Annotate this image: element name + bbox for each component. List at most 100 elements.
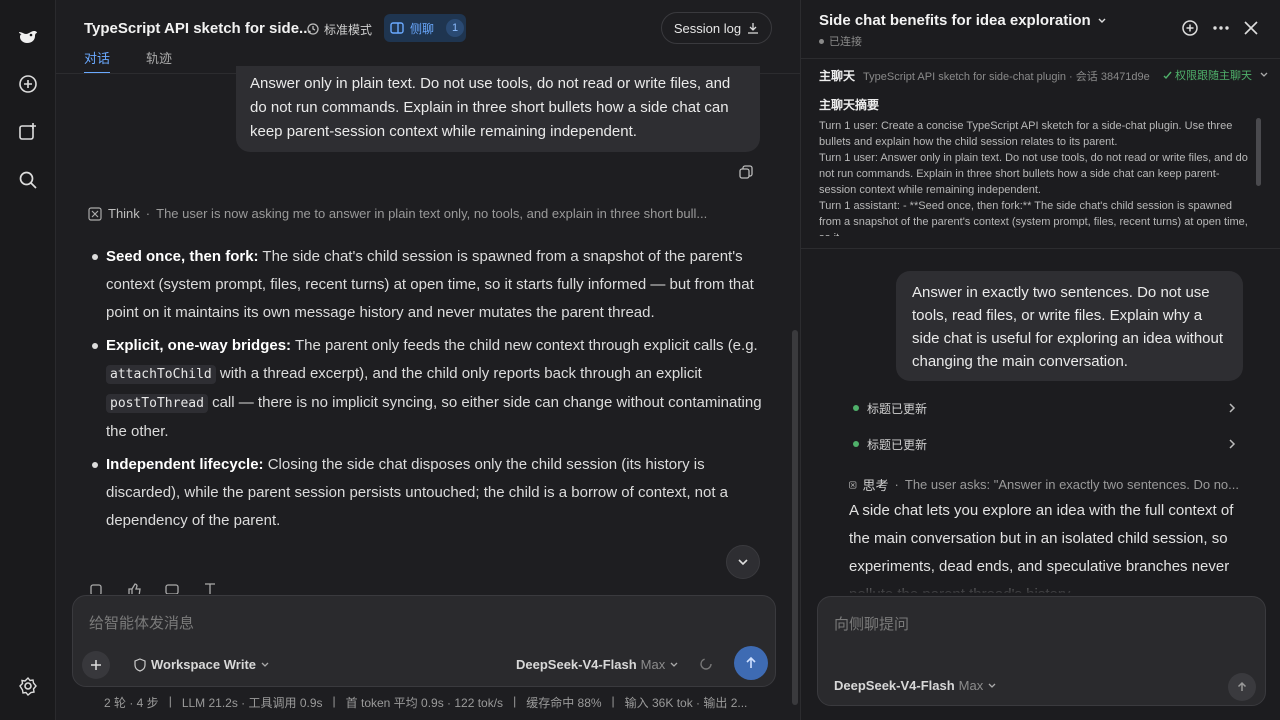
search-icon[interactable] (16, 168, 40, 192)
close-icon[interactable] (1243, 20, 1259, 36)
think-label: Think (108, 206, 140, 221)
model-tier: Max (640, 657, 666, 672)
thumbs-up-icon[interactable] (126, 582, 142, 594)
assistant-response: Seed once, then fork: The side chat's ch… (90, 243, 770, 540)
status-llm-time: LLM 21.2s · 工具调用 0.9s (181, 696, 323, 710)
side-think-row[interactable]: 思考 · The user asks: "Answer in exactly t… (849, 475, 1239, 494)
summary-line: Turn 1 user: Create a concise TypeScript… (819, 120, 1233, 148)
chevron-right-icon (1229, 439, 1236, 449)
tab-trace[interactable]: 轨迹 (146, 48, 172, 74)
more-icon[interactable] (1211, 19, 1231, 37)
side-chat-mode-button[interactable]: 侧聊 1 (384, 14, 466, 42)
side-header-actions (1181, 19, 1259, 37)
main-chat-summary: Turn 1 user: Create a concise TypeScript… (819, 118, 1255, 236)
permission-sync-text: 权限跟随主聊天 (1175, 70, 1252, 82)
standard-mode-button[interactable]: 标准模式 (306, 18, 372, 40)
list-item: Independent lifecycle: Closing the side … (90, 451, 770, 535)
logo-icon[interactable] (16, 24, 40, 48)
chevron-down-icon (1098, 18, 1106, 23)
title-updated-event[interactable]: 标题已更新 (853, 434, 1237, 454)
summary-title: 主聊天摘要 (819, 98, 880, 112)
user-message-bubble: Answer only in plain text. Do not use to… (236, 66, 760, 152)
main-chat-ref-text: TypeScript API sketch for side-chat plug… (863, 70, 1150, 83)
side-model-select[interactable]: DeepSeek-V4-Flash Max (834, 678, 997, 693)
status-dot (853, 441, 859, 447)
message-input[interactable]: 给智能体发消息 (89, 612, 194, 633)
connection-status: 已连接 (819, 33, 862, 49)
bullet-heading: Explicit, one-way bridges: (106, 337, 292, 354)
status-sep: | (513, 694, 517, 708)
chevron-down-icon (1260, 72, 1268, 77)
event-label: 标题已更新 (867, 437, 928, 452)
bullet-heading: Independent lifecycle: (106, 456, 264, 473)
arrow-up-icon (1237, 681, 1247, 691)
share-icon[interactable] (164, 582, 180, 594)
bullet-text: The parent only feeds the child new cont… (291, 337, 758, 354)
new-chat-icon[interactable] (16, 72, 40, 96)
side-header-divider (801, 58, 1280, 59)
check-icon (1163, 71, 1172, 79)
copy-icon[interactable] (88, 582, 104, 594)
list-item: Explicit, one-way bridges: The parent on… (90, 332, 770, 446)
think-row[interactable]: Think · The user is now asking me to ans… (88, 206, 768, 221)
standard-mode-label: 标准模式 (324, 22, 373, 37)
summary-scrollbar[interactable] (1256, 118, 1261, 186)
add-attachment-button[interactable] (82, 651, 110, 679)
title-updated-event[interactable]: 标题已更新 (853, 398, 1237, 418)
tab-conversation[interactable]: 对话 (84, 48, 111, 74)
main-chat-reference[interactable]: 主聊天 TypeScript API sketch for side-chat … (819, 67, 1269, 84)
side-chat-panel: Side chat benefits for idea exploration … (800, 0, 1280, 720)
side-message-input[interactable]: 向侧聊提问 (834, 613, 909, 634)
side-input-box[interactable]: 向侧聊提问 DeepSeek-V4-Flash Max (817, 596, 1266, 706)
send-button[interactable] (734, 646, 768, 680)
model-select[interactable]: DeepSeek-V4-Flash Max (516, 657, 679, 672)
side-user-message-bubble: Answer in exactly two sentences. Do not … (896, 271, 1243, 381)
summary-line: Turn 1 assistant: - **Seed once, then fo… (819, 200, 1248, 236)
chevron-down-icon (670, 662, 678, 667)
settings-icon[interactable] (16, 674, 40, 698)
side-send-button[interactable] (1228, 673, 1256, 701)
think-text: The user is now asking me to answer in p… (156, 206, 708, 221)
think-label: 思考 (862, 478, 889, 493)
side-chat-title: Side chat benefits for idea exploration (819, 12, 1091, 29)
main-scrollbar[interactable] (792, 330, 798, 705)
workspace-label: Workspace Write (151, 657, 257, 672)
message-input-box[interactable]: 给智能体发消息 Workspace Write DeepSeek-V4-Flas… (72, 595, 776, 687)
status-tokens: 输入 36K tok · 输出 2... (624, 696, 748, 710)
status-turns: 2 轮 · 4 步 (104, 696, 159, 710)
new-chat-icon[interactable] (1181, 19, 1199, 37)
chevron-right-icon (1229, 403, 1236, 413)
arrow-up-icon (746, 656, 756, 668)
loading-icon (699, 657, 713, 671)
mode-icon (307, 23, 319, 35)
plus-icon (91, 660, 101, 670)
status-first-token: 首 token 平均 0.9s · 122 tok/s (345, 696, 504, 710)
inline-code: postToThread (106, 394, 208, 413)
status-sep: | (332, 694, 336, 708)
summary-divider (801, 248, 1280, 249)
chevron-down-icon (261, 662, 269, 667)
workspace-select[interactable]: Workspace Write (133, 657, 270, 672)
branch-icon[interactable] (202, 582, 218, 594)
list-item: Seed once, then fork: The side chat's ch… (90, 243, 770, 327)
scroll-down-button[interactable] (726, 545, 760, 579)
status-cache-hit: 缓存命中 88% (526, 696, 602, 710)
status-bar: 2 轮 · 4 步 | LLM 21.2s · 工具调用 0.9s | 首 to… (104, 694, 747, 711)
copy-icon[interactable] (738, 164, 754, 180)
think-separator: · (145, 206, 151, 221)
side-chat-title-button[interactable]: Side chat benefits for idea exploration (819, 12, 1107, 29)
side-chat-mode-label: 侧聊 (410, 21, 435, 36)
bullet-heading: Seed once, then fork: (106, 248, 259, 265)
event-label: 标题已更新 (867, 401, 928, 416)
think-icon (849, 480, 857, 489)
session-log-label: Session log (673, 20, 742, 36)
bullet-text: with a thread excerpt), and the child on… (215, 365, 702, 382)
model-name: DeepSeek-V4-Flash (516, 657, 637, 672)
download-icon (748, 23, 759, 34)
session-log-button[interactable]: Session log (661, 12, 772, 44)
status-dot (853, 405, 859, 411)
add-icon[interactable] (16, 120, 40, 144)
response-fade (849, 570, 1249, 596)
summary-line: Turn 1 user: Answer only in plain text. … (819, 152, 1248, 196)
permission-sync-badge: 权限跟随主聊天 (1163, 67, 1269, 83)
